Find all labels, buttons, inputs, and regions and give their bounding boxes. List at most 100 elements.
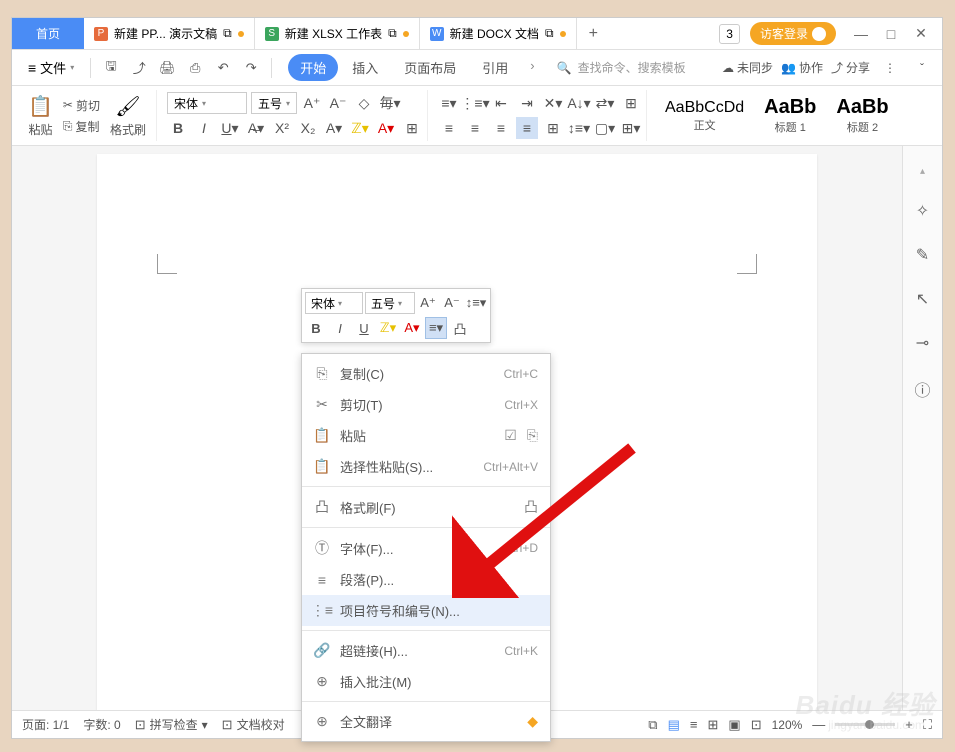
- mini-font-name-select[interactable]: 宋体 ▾: [305, 292, 363, 314]
- style-heading1[interactable]: AaBb 标题 1: [756, 96, 824, 135]
- format-marks-button[interactable]: ⊞: [620, 92, 642, 114]
- borders-button[interactable]: ⊞▾: [620, 117, 642, 139]
- shading-button[interactable]: ▢▾: [594, 117, 616, 139]
- collab-button[interactable]: 👥 协作: [781, 59, 823, 76]
- underline-button[interactable]: U▾: [219, 117, 241, 139]
- edit-pane-icon[interactable]: ✎: [916, 245, 929, 265]
- ctx-cut[interactable]: ✂ 剪切(T) Ctrl+X: [302, 389, 550, 420]
- minimize-button[interactable]: —: [846, 20, 876, 48]
- zoom-slider[interactable]: [835, 723, 895, 726]
- tab-dup-icon[interactable]: ⧉: [223, 26, 232, 41]
- copy-button[interactable]: ⎘ 复制: [63, 118, 100, 135]
- login-button[interactable]: 访客登录: [750, 22, 836, 45]
- mini-italic-button[interactable]: I: [329, 317, 351, 339]
- print-icon[interactable]: 🖨: [155, 56, 179, 80]
- view-mode3-icon[interactable]: ≡: [690, 717, 698, 732]
- paste-option2-icon[interactable]: ⎘: [527, 427, 538, 444]
- align-center-button[interactable]: ≡: [464, 117, 486, 139]
- font-name-select[interactable]: 宋体 ▾: [167, 92, 247, 114]
- clear-format-button[interactable]: ◇: [353, 92, 375, 114]
- strikethrough-button[interactable]: A̶▾: [245, 117, 267, 139]
- select-pane-icon[interactable]: ↖: [916, 289, 929, 309]
- settings-pane-icon[interactable]: ⊸: [916, 333, 929, 353]
- search-box[interactable]: 🔍 查找命令、搜索模板: [557, 59, 686, 76]
- increase-font-button[interactable]: A⁺: [301, 92, 323, 114]
- zoom-out-button[interactable]: —: [812, 717, 825, 732]
- font-size-select[interactable]: 五号 ▾: [251, 92, 297, 114]
- mini-highlight-button[interactable]: ℤ▾: [377, 317, 399, 339]
- format-painter-button[interactable]: 🖌 格式刷: [104, 94, 152, 138]
- mini-format-button[interactable]: 凸: [449, 317, 471, 339]
- change-case-button[interactable]: 毎▾: [379, 92, 401, 114]
- save-icon[interactable]: 🖫: [99, 56, 123, 80]
- numbering-button[interactable]: ⋮≡▾: [464, 92, 486, 114]
- mini-font-size-select[interactable]: 五号 ▾: [365, 292, 415, 314]
- mini-decrease-font[interactable]: A⁻: [441, 292, 463, 314]
- decrease-indent-button[interactable]: ⇤: [490, 92, 512, 114]
- justify-button[interactable]: ≡: [516, 117, 538, 139]
- spellcheck-button[interactable]: ⊡ 拼写检查 ▾: [135, 716, 208, 733]
- ctx-hyperlink[interactable]: 🔗 超链接(H)... Ctrl+K: [302, 635, 550, 666]
- distribute-button[interactable]: ⊞: [542, 117, 564, 139]
- redo-icon[interactable]: ↷: [239, 56, 263, 80]
- mini-line-spacing[interactable]: ↕≡▾: [465, 292, 487, 314]
- ctx-translate[interactable]: ⊕ 全文翻译 ◆: [302, 706, 550, 737]
- cut-button[interactable]: ✂ 剪切: [63, 97, 100, 114]
- page-status[interactable]: 页面: 1/1: [22, 716, 69, 733]
- caret-up-icon[interactable]: ▴: [920, 166, 925, 177]
- bullets-button[interactable]: ≡▾: [438, 92, 460, 114]
- new-tab-button[interactable]: +: [577, 18, 610, 49]
- more-icon[interactable]: ⋮: [878, 56, 902, 80]
- style-normal[interactable]: AaBbCcDd 正文: [657, 99, 752, 133]
- mini-font-color-button[interactable]: A▾: [401, 317, 423, 339]
- file-menu[interactable]: ≡ 文件 ▾: [20, 54, 82, 81]
- align-text-button[interactable]: A↓▾: [568, 92, 590, 114]
- ctx-bullets-numbering[interactable]: ⋮≡ 项目符号和编号(N)...: [302, 595, 550, 626]
- view-mode2-icon[interactable]: ▤: [668, 717, 680, 733]
- mini-increase-font[interactable]: A⁺: [417, 292, 439, 314]
- page-indicator[interactable]: 3: [719, 24, 740, 44]
- ctx-format-painter[interactable]: 凸 格式刷(F) 凸: [302, 491, 550, 523]
- tab-dup-icon[interactable]: ⧉: [545, 26, 554, 41]
- view-mode4-icon[interactable]: ⊞: [707, 717, 718, 733]
- paste-option1-icon[interactable]: ☑: [504, 427, 517, 444]
- text-effects-button[interactable]: A▾: [323, 117, 345, 139]
- ctx-font[interactable]: Ⓣ 字体(F)... Ctrl+D: [302, 532, 550, 564]
- bold-button[interactable]: B: [167, 117, 189, 139]
- help-pane-icon[interactable]: ⓘ: [914, 377, 930, 401]
- menu-tab-reference[interactable]: 引用: [470, 54, 520, 81]
- line-spacing-button[interactable]: ↕≡▾: [568, 117, 590, 139]
- menu-tab-insert[interactable]: 插入: [340, 54, 390, 81]
- align-right-button[interactable]: ≡: [490, 117, 512, 139]
- ctx-paste[interactable]: 📋 粘贴 ☑ ⎘: [302, 420, 550, 451]
- more-tabs-button[interactable]: ›: [522, 54, 542, 81]
- ctx-insert-comment[interactable]: ⊕ 插入批注(M): [302, 666, 550, 697]
- doc-review-button[interactable]: ⊡ 文档校对: [222, 716, 285, 733]
- brush-option-icon[interactable]: 凸: [524, 497, 538, 517]
- tab-dup-icon[interactable]: ⧉: [388, 26, 397, 41]
- unsync-button[interactable]: ☁ 未同步: [722, 59, 773, 76]
- convert-button[interactable]: ⇄▾: [594, 92, 616, 114]
- view-mode1-icon[interactable]: ⧉: [648, 717, 657, 733]
- zoom-in-button[interactable]: +: [905, 717, 913, 732]
- increase-indent-button[interactable]: ⇥: [516, 92, 538, 114]
- home-tab[interactable]: 首页: [12, 18, 84, 49]
- view-mode5-icon[interactable]: ▣: [728, 717, 740, 733]
- paste-button[interactable]: 📋 粘贴: [22, 94, 59, 138]
- menu-tab-layout[interactable]: 页面布局: [392, 54, 468, 81]
- word-count[interactable]: 字数: 0: [83, 716, 120, 733]
- tab-presentation[interactable]: P 新建 PP... 演示文稿 ⧉: [84, 18, 255, 49]
- export-icon[interactable]: ⤴: [127, 56, 151, 80]
- undo-icon[interactable]: ↶: [211, 56, 235, 80]
- mini-justify-button[interactable]: ≡▾: [425, 317, 447, 339]
- ctx-copy[interactable]: ⎘ 复制(C) Ctrl+C: [302, 358, 550, 389]
- mini-underline-button[interactable]: U: [353, 317, 375, 339]
- menu-tab-start[interactable]: 开始: [288, 54, 338, 81]
- fullscreen-icon[interactable]: ⛶: [923, 717, 932, 733]
- superscript-button[interactable]: X²: [271, 117, 293, 139]
- collapse-ribbon-icon[interactable]: ˇ: [910, 56, 934, 80]
- decrease-font-button[interactable]: A⁻: [327, 92, 349, 114]
- mini-bold-button[interactable]: B: [305, 317, 327, 339]
- tab-spreadsheet[interactable]: S 新建 XLSX 工作表 ⧉: [255, 18, 420, 49]
- phonetic-button[interactable]: ⊞: [401, 117, 423, 139]
